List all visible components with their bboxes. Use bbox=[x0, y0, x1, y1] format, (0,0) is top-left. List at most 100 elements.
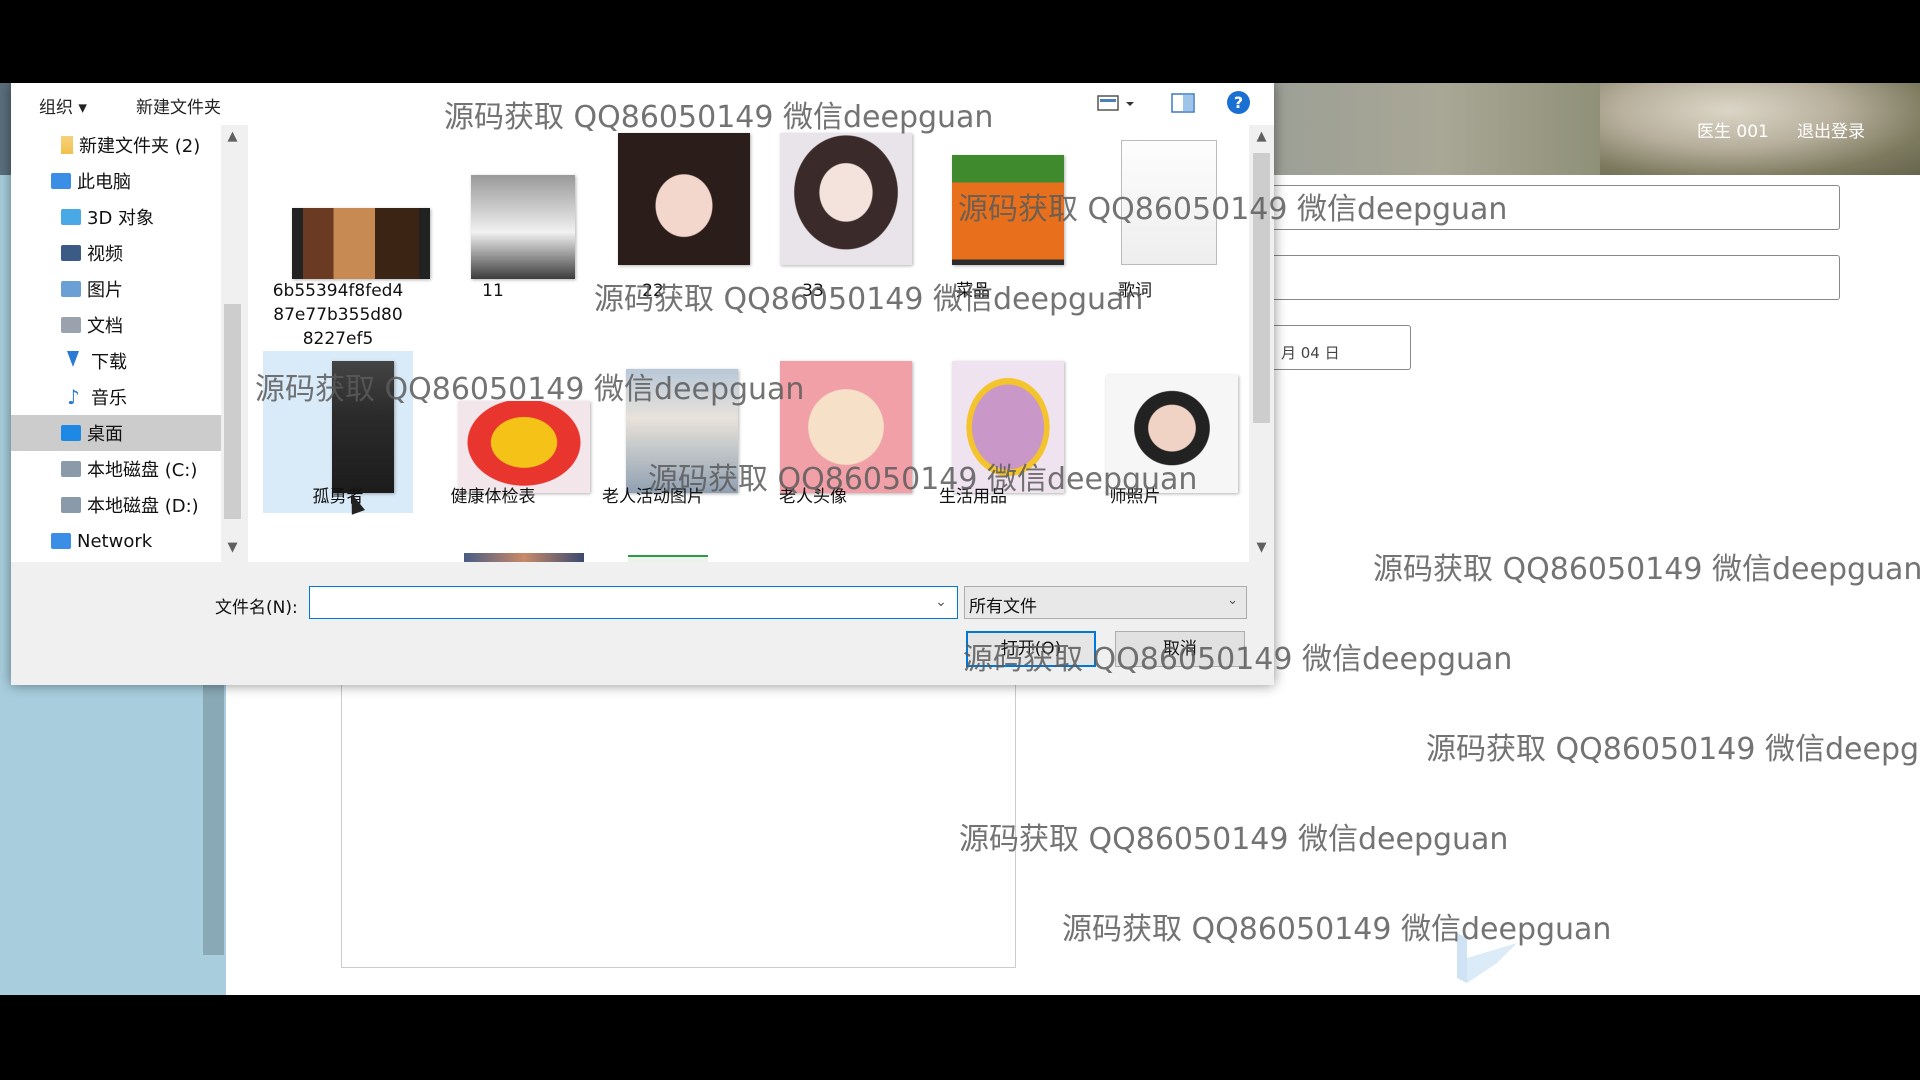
network-icon bbox=[51, 533, 71, 549]
scroll-down-icon[interactable]: ▼ bbox=[1253, 540, 1270, 555]
nav-item-label: 音乐 bbox=[91, 388, 127, 409]
video-film-icon bbox=[292, 208, 430, 279]
logo-icon bbox=[1457, 933, 1517, 983]
nav-item-label: 本地磁盘 (C:) bbox=[87, 460, 198, 481]
file-item[interactable]: 老人头像 bbox=[738, 351, 912, 513]
nav-item-label: 下载 bbox=[91, 352, 127, 373]
drive-icon bbox=[61, 461, 81, 477]
file-name: 87e77b355d80 bbox=[273, 305, 403, 325]
logout-link[interactable]: 退出登录 bbox=[1797, 117, 1865, 142]
nav-item-label: 文档 bbox=[87, 316, 123, 337]
scroll-thumb[interactable] bbox=[1253, 153, 1270, 423]
folder-icon bbox=[61, 136, 73, 154]
scroll-thumb[interactable] bbox=[224, 304, 241, 519]
nav-item[interactable]: 3D 对象 bbox=[51, 199, 244, 235]
file-item[interactable]: 33 bbox=[738, 125, 912, 351]
nav-item-label: Network bbox=[77, 530, 153, 552]
file-name: 33 bbox=[802, 281, 824, 301]
user-name: 医生 001 bbox=[1697, 122, 1769, 142]
music-icon: ♪ bbox=[67, 385, 80, 409]
file-name: 22 bbox=[642, 281, 664, 301]
file-name: 孤勇者 bbox=[312, 487, 364, 507]
partial-thumbnail bbox=[464, 553, 584, 562]
navigation-scrollbar[interactable]: ▲ ▼ bbox=[221, 125, 244, 562]
chevron-down-icon[interactable]: ⌄ bbox=[926, 588, 956, 617]
nav-item[interactable]: ♪ 音乐 bbox=[51, 379, 244, 415]
file-item[interactable]: 孤勇者 bbox=[263, 351, 413, 513]
documents-icon bbox=[61, 317, 81, 333]
file-item[interactable]: 6b55394f8fed4 87e77b355d80 8227ef5 bbox=[263, 125, 430, 351]
photo-woman-portrait bbox=[618, 133, 750, 265]
date-input[interactable]: 月 04 日 bbox=[1270, 325, 1411, 370]
file-item[interactable]: 歌词 bbox=[1060, 125, 1217, 351]
file-open-dialog: 组织 ▾ 新建文件夹 ? 新建文件夹 (2) 此电脑 3D 对象视频图片文档下载 ♪ 音… bbox=[11, 83, 1274, 685]
nav-item[interactable]: 视频 bbox=[51, 235, 244, 271]
partial-thumbnail bbox=[628, 555, 708, 562]
photo-carrots bbox=[952, 155, 1064, 265]
scroll-up-icon[interactable]: ▲ bbox=[1253, 129, 1270, 144]
file-name: 菜品 bbox=[956, 281, 990, 301]
photo-person-white-shirt bbox=[471, 175, 575, 279]
filename-input[interactable] bbox=[309, 586, 958, 619]
nav-item-label: 新建文件夹 (2) bbox=[79, 136, 201, 157]
file-item[interactable]: 老人活动图片 bbox=[578, 351, 738, 513]
navigation-pane: 新建文件夹 (2) 此电脑 3D 对象视频图片文档下载 ♪ 音乐桌面本地磁盘 (C:) 本… bbox=[11, 125, 244, 562]
file-name: 老人头像 bbox=[779, 487, 847, 507]
nav-item[interactable]: 新建文件夹 (2) bbox=[51, 127, 244, 163]
nav-item[interactable]: Network bbox=[41, 523, 244, 559]
chevron-down-icon: ⌄ bbox=[1227, 593, 1238, 608]
nav-item[interactable]: 本地磁盘 (D:) bbox=[51, 487, 244, 523]
form-input-2[interactable] bbox=[1270, 255, 1840, 300]
file-list-pane: 6b55394f8fed4 87e77b355d80 8227ef5 11 22 33 菜品… bbox=[248, 125, 1249, 562]
video-icon bbox=[61, 245, 81, 261]
file-name: 6b55394f8fed4 bbox=[272, 281, 404, 301]
nav-item[interactable]: 桌面 bbox=[11, 415, 221, 451]
download-icon bbox=[61, 351, 85, 371]
nav-item[interactable]: 图片 bbox=[51, 271, 244, 307]
file-name: 师照片 bbox=[1109, 487, 1161, 507]
preview-pane-icon[interactable] bbox=[1171, 92, 1195, 114]
filename-label: 文件名(N): bbox=[215, 598, 298, 618]
file-name: 生活用品 bbox=[939, 487, 1007, 507]
cancel-button[interactable]: 取消 bbox=[1115, 631, 1245, 667]
filetype-value: 所有文件 bbox=[969, 597, 1037, 617]
nav-item[interactable]: 此电脑 bbox=[41, 163, 244, 199]
nav-item-label: 视频 bbox=[87, 244, 123, 265]
nav-item-label: 桌面 bbox=[87, 424, 123, 445]
desktop-icon bbox=[61, 425, 81, 441]
computer-icon bbox=[51, 173, 71, 189]
scroll-down-icon[interactable]: ▼ bbox=[224, 540, 241, 555]
file-item[interactable]: 22 bbox=[578, 125, 750, 351]
file-list-scrollbar[interactable]: ▲ ▼ bbox=[1249, 125, 1274, 562]
file-name: 11 bbox=[482, 281, 504, 301]
nav-item[interactable]: 文档 bbox=[51, 307, 244, 343]
file-name: 8227ef5 bbox=[302, 329, 374, 349]
help-icon[interactable]: ? bbox=[1227, 91, 1250, 114]
file-item[interactable]: 生活用品 bbox=[898, 351, 1064, 513]
open-button[interactable]: 打开(O) bbox=[966, 631, 1096, 667]
illustration-girl bbox=[780, 133, 912, 265]
filetype-select[interactable]: 所有文件 ⌄ bbox=[964, 586, 1247, 619]
drive-icon bbox=[61, 497, 81, 513]
poster-health-check bbox=[458, 401, 590, 493]
nav-item[interactable]: 本地磁盘 (C:) bbox=[51, 451, 244, 487]
nav-item-label: 本地磁盘 (D:) bbox=[87, 496, 199, 517]
illustration-old-woman bbox=[780, 361, 912, 493]
form-input-1[interactable] bbox=[1270, 185, 1840, 230]
screen: 医生 001 退出登录 月 04 日 组织 ▾ 新建文件夹 ? 新建文件夹 (2… bbox=[0, 0, 1920, 1080]
nav-item-label: 图片 bbox=[87, 280, 123, 301]
photo-slippers bbox=[952, 361, 1064, 493]
content-textarea[interactable] bbox=[341, 678, 1016, 968]
file-item[interactable]: 健康体检表 bbox=[418, 351, 590, 513]
new-folder-button[interactable]: 新建文件夹 bbox=[136, 93, 221, 118]
3d-objects-icon bbox=[61, 209, 81, 225]
pictures-icon bbox=[61, 281, 81, 297]
nav-item[interactable]: 下载 bbox=[51, 343, 244, 379]
scroll-up-icon[interactable]: ▲ bbox=[224, 129, 241, 144]
file-item[interactable]: 11 bbox=[418, 125, 575, 351]
file-item[interactable]: 师照片 bbox=[1060, 351, 1238, 513]
file-item[interactable]: 菜品 bbox=[898, 125, 1064, 351]
photo-elderly-couple bbox=[626, 369, 738, 493]
organize-button[interactable]: 组织 ▾ bbox=[39, 93, 87, 118]
change-view-icon[interactable] bbox=[1096, 92, 1136, 114]
